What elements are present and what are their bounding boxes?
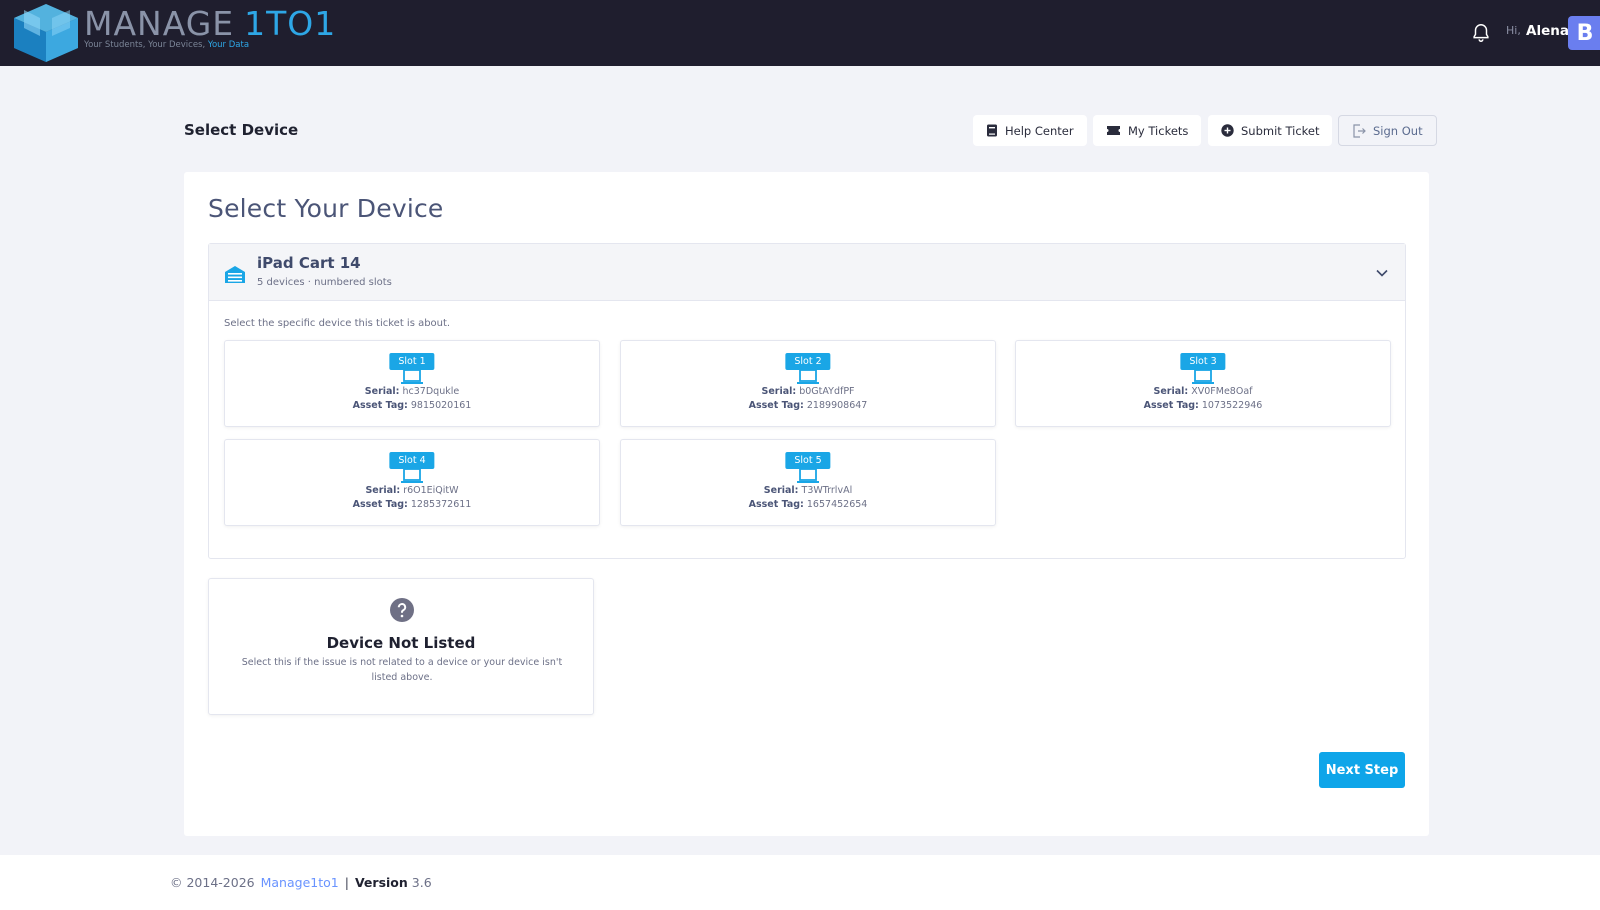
laptop-icon — [797, 468, 819, 483]
not-listed-description: Select this if the issue is not related … — [241, 657, 563, 683]
serial-value: b0GtAYdfPF — [799, 386, 855, 397]
submit-ticket-label: Submit Ticket — [1241, 123, 1320, 138]
serial-label: Serial: — [364, 386, 400, 397]
cart-accordion: iPad Cart 14 5 devices · numbered slots … — [208, 243, 1406, 559]
my-tickets-button[interactable]: My Tickets — [1093, 115, 1202, 146]
device-serial: Serial: XV0FMe8Oaf — [1016, 386, 1390, 397]
sign-out-icon — [1353, 123, 1366, 138]
logo-wordmark: MANAGE 1TO1 — [84, 7, 336, 40]
serial-value: T3WTrrlvAl — [801, 485, 853, 496]
cart-name: iPad Cart 14 — [257, 254, 361, 272]
sign-out-button[interactable]: Sign Out — [1338, 115, 1437, 146]
device-card-slot-5[interactable]: Slot 5 Serial: T3WTrrlvAl Asset Tag: 165… — [620, 439, 996, 526]
device-serial: Serial: hc37Dqukle — [225, 386, 599, 397]
my-tickets-label: My Tickets — [1128, 123, 1189, 138]
serial-value: hc37Dqukle — [402, 386, 460, 397]
slot-badge: Slot 2 — [785, 353, 831, 370]
user-name[interactable]: Alena — [1526, 23, 1569, 39]
asset-tag-value: 1073522946 — [1201, 400, 1263, 411]
device-card-slot-3[interactable]: Slot 3 Serial: XV0FMe8Oaf Asset Tag: 107… — [1015, 340, 1391, 427]
avatar[interactable]: B — [1568, 16, 1600, 50]
device-serial: Serial: b0GtAYdfPF — [621, 386, 995, 397]
device-asset-tag: Asset Tag: 9815020161 — [225, 400, 599, 411]
asset-tag-label: Asset Tag: — [352, 400, 408, 411]
submit-ticket-button[interactable]: Submit Ticket — [1208, 115, 1333, 146]
cart-accordion-header[interactable]: iPad Cart 14 5 devices · numbered slots — [209, 244, 1405, 301]
brand-link[interactable]: Manage1to1 — [261, 875, 339, 890]
cart-icon — [225, 266, 245, 283]
cart-help-text: Select the specific device this ticket i… — [224, 318, 451, 329]
tagline-highlight: Your Data — [207, 40, 250, 50]
help-center-label: Help Center — [1005, 123, 1074, 138]
asset-tag-value: 1657452654 — [806, 499, 868, 510]
slot-badge: Slot 3 — [1180, 353, 1226, 370]
footer-separator: | — [344, 875, 349, 890]
copyright-text: © 2014-2026 — [170, 875, 255, 890]
device-card-slot-4[interactable]: Slot 4 Serial: r6O1EiQitW Asset Tag: 128… — [224, 439, 600, 526]
laptop-icon — [797, 369, 819, 384]
serial-label: Serial: — [365, 485, 401, 496]
device-serial: Serial: r6O1EiQitW — [225, 485, 599, 496]
logo-word-manage: MANAGE — [84, 4, 235, 43]
select-device-card: Select Your Device iPad Cart 14 5 device… — [184, 172, 1429, 836]
slot-badge: Slot 4 — [389, 452, 435, 469]
version-label: Version — [354, 875, 408, 890]
greeting-text: Hi, — [1506, 24, 1521, 37]
device-asset-tag: Asset Tag: 1657452654 — [621, 499, 995, 510]
laptop-icon — [401, 468, 423, 483]
slot-badge: Slot 5 — [785, 452, 831, 469]
laptop-icon — [1192, 369, 1214, 384]
sign-out-label: Sign Out — [1373, 123, 1423, 138]
page-title: Select Device — [184, 121, 299, 139]
device-card-slot-1[interactable]: Slot 1 Serial: hc37Dqukle Asset Tag: 981… — [224, 340, 600, 427]
card-title: Select Your Device — [208, 194, 444, 223]
cart-subtitle: 5 devices · numbered slots — [257, 277, 392, 288]
asset-tag-label: Asset Tag: — [1143, 400, 1199, 411]
device-asset-tag: Asset Tag: 1073522946 — [1016, 400, 1390, 411]
book-icon — [987, 124, 997, 137]
version-number: 3.6 — [411, 875, 432, 890]
not-listed-title: Device Not Listed — [326, 634, 476, 652]
serial-value: r6O1EiQitW — [403, 485, 459, 496]
asset-tag-value: 2189908647 — [806, 400, 868, 411]
footer-text: © 2014-2026 Manage1to1 | Version 3.6 — [170, 875, 432, 890]
asset-tag-label: Asset Tag: — [748, 499, 804, 510]
asset-tag-value: 1285372611 — [410, 499, 472, 510]
logo-cube-icon — [14, 4, 78, 62]
ticket-icon — [1107, 126, 1120, 135]
serial-label: Serial: — [761, 386, 797, 397]
slot-badge: Slot 1 — [389, 353, 435, 370]
question-circle-icon — [390, 598, 414, 622]
chevron-down-icon[interactable] — [1375, 266, 1389, 280]
device-asset-tag: Asset Tag: 1285372611 — [225, 499, 599, 510]
logo[interactable]: MANAGE 1TO1 Your Students, Your Devices, … — [10, 2, 336, 64]
laptop-icon — [401, 369, 423, 384]
device-serial: Serial: T3WTrrlvAl — [621, 485, 995, 496]
device-not-listed-card[interactable]: Device Not Listed Select this if the iss… — [208, 578, 594, 715]
next-step-button[interactable]: Next Step — [1319, 752, 1405, 788]
tagline-text: Your Students, Your Devices, — [84, 40, 206, 50]
device-card-slot-2[interactable]: Slot 2 Serial: b0GtAYdfPF Asset Tag: 218… — [620, 340, 996, 427]
bell-icon[interactable] — [1470, 22, 1492, 44]
asset-tag-label: Asset Tag: — [748, 400, 804, 411]
footer: © 2014-2026 Manage1to1 | Version 3.6 — [0, 855, 1600, 910]
help-center-button[interactable]: Help Center — [973, 115, 1087, 146]
asset-tag-value: 9815020161 — [410, 400, 472, 411]
serial-label: Serial: — [1153, 386, 1189, 397]
plus-circle-icon — [1221, 124, 1234, 137]
serial-label: Serial: — [763, 485, 799, 496]
logo-word-1to1: 1TO1 — [244, 4, 337, 43]
top-navbar: MANAGE 1TO1 Your Students, Your Devices, … — [0, 0, 1600, 66]
device-asset-tag: Asset Tag: 2189908647 — [621, 400, 995, 411]
serial-value: XV0FMe8Oaf — [1191, 386, 1253, 397]
asset-tag-label: Asset Tag: — [352, 499, 408, 510]
